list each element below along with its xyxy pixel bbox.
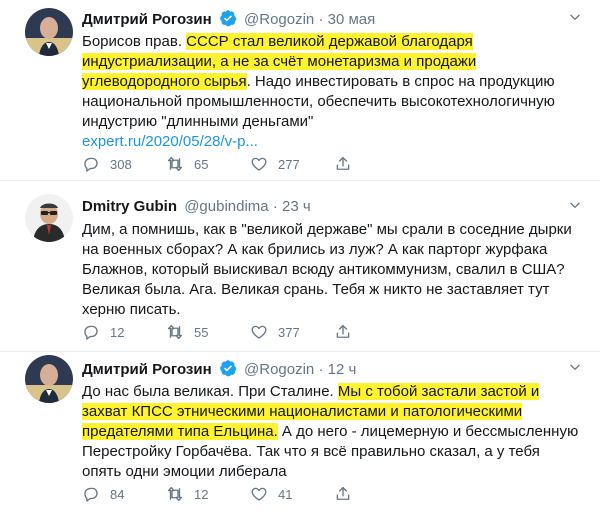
retweet-count: 55	[194, 324, 209, 340]
timestamp[interactable]: 23 ч	[282, 198, 311, 215]
reply-count: 84	[110, 486, 125, 502]
like-button[interactable]: 41	[250, 484, 292, 504]
avatar[interactable]	[25, 194, 73, 242]
avatar-photo-icon	[25, 8, 73, 56]
retweet-count: 65	[194, 156, 209, 172]
tweet-text: До нас была великая. При Сталине. Мы с т…	[82, 382, 582, 482]
heart-icon	[250, 155, 268, 173]
heart-icon	[250, 485, 268, 503]
author-handle[interactable]: @Rogozin	[244, 11, 314, 28]
retweet-button[interactable]: 55	[166, 322, 208, 342]
avatar-photo-icon	[25, 194, 73, 242]
like-count: 377	[278, 324, 300, 340]
retweet-count: 12	[194, 486, 209, 502]
reply-icon	[82, 485, 100, 503]
author-handle[interactable]: @Rogozin	[244, 361, 314, 378]
separator: ·	[318, 11, 324, 28]
chevron-down-icon[interactable]	[568, 9, 582, 29]
author-name[interactable]: Дмитрий Рогозин	[82, 11, 212, 28]
tweet-link[interactable]: expert.ru/2020/05/28/v-p...	[82, 133, 258, 150]
share-button[interactable]	[334, 322, 352, 342]
tweet-text-part: До нас была великая. При Сталине.	[82, 383, 338, 400]
tweet-text: Борисов прав. СССР стал великой державой…	[82, 32, 582, 152]
retweet-icon	[166, 155, 184, 173]
verified-badge-icon	[219, 9, 237, 33]
timestamp[interactable]: 30 мая	[328, 11, 376, 28]
tweet[interactable]: Дмитрий Рогозин @Rogozin · 12 ч До нас б…	[0, 351, 600, 521]
avatar[interactable]	[25, 355, 73, 403]
chevron-down-icon[interactable]	[568, 359, 582, 379]
share-icon	[334, 323, 352, 341]
retweet-button[interactable]: 12	[166, 484, 208, 504]
reply-button[interactable]: 308	[82, 154, 132, 174]
share-button[interactable]	[334, 154, 352, 174]
like-count: 277	[278, 156, 300, 172]
author-handle[interactable]: @gubindima	[184, 198, 268, 215]
reply-button[interactable]: 12	[82, 322, 124, 342]
reply-icon	[82, 155, 100, 173]
tweet-actions: 12 55 377	[82, 322, 502, 342]
tweet[interactable]: Dmitry Gubin @gubindima · 23 ч Дим, а по…	[0, 180, 600, 352]
like-button[interactable]: 377	[250, 322, 300, 342]
reply-count: 308	[110, 156, 132, 172]
tweet-text: Дим, а помнишь, как в "великой державе" …	[82, 221, 572, 318]
like-button[interactable]: 277	[250, 154, 300, 174]
separator: ·	[318, 361, 324, 378]
reply-count: 12	[110, 324, 125, 340]
avatar[interactable]	[25, 8, 73, 56]
reply-button[interactable]: 84	[82, 484, 124, 504]
share-button[interactable]	[334, 484, 352, 504]
separator: ·	[272, 198, 278, 215]
share-icon	[334, 155, 352, 173]
like-count: 41	[278, 486, 293, 502]
avatar-photo-icon	[25, 355, 73, 403]
reply-icon	[82, 323, 100, 341]
tweet-actions: 84 12 41	[82, 484, 502, 504]
verified-badge-icon	[219, 359, 237, 383]
author-name[interactable]: Dmitry Gubin	[82, 198, 177, 215]
tweet[interactable]: Дмитрий Рогозин @Rogozin · 30 мая Борисо…	[0, 0, 600, 181]
share-icon	[334, 485, 352, 503]
retweet-icon	[166, 323, 184, 341]
chevron-down-icon[interactable]	[568, 197, 582, 217]
author-name[interactable]: Дмитрий Рогозин	[82, 361, 212, 378]
tweet-text-part: Борисов прав.	[82, 33, 187, 50]
retweet-button[interactable]: 65	[166, 154, 208, 174]
retweet-icon	[166, 485, 184, 503]
timestamp[interactable]: 12 ч	[328, 361, 357, 378]
heart-icon	[250, 323, 268, 341]
tweet-actions: 308 65 277	[82, 154, 502, 174]
